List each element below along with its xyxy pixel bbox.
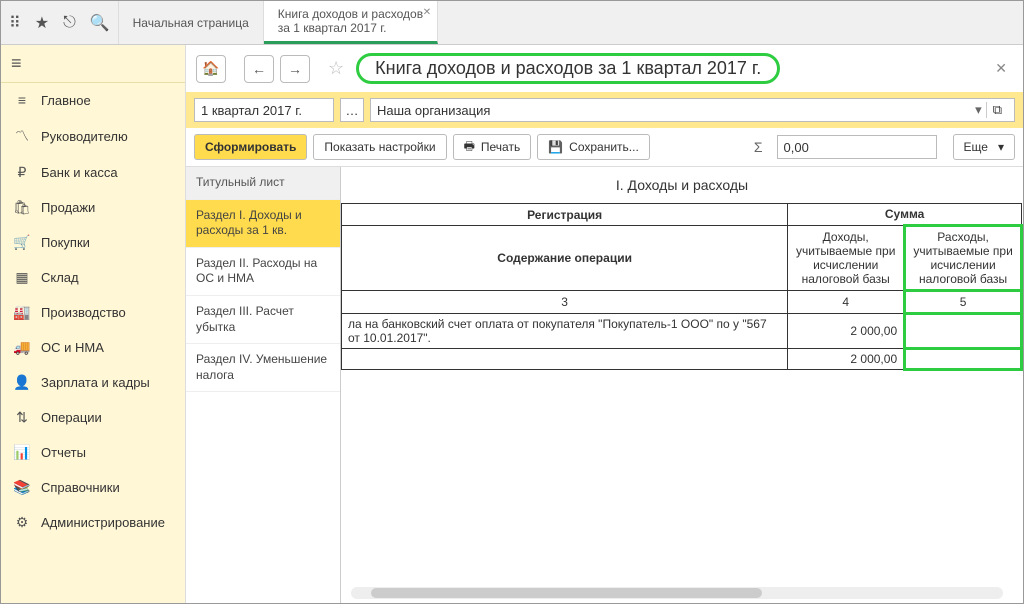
table-row: ла на банковский счет оплата от покупате… [342,314,1022,349]
nav-warehouse[interactable]: ▦Склад [1,260,185,295]
chart-icon: 〽 [13,126,31,146]
hamburger-icon: ≡ [11,53,22,73]
col-sum: Сумма [788,204,1022,226]
nav-admin[interactable]: ⚙Администрирование [1,505,185,540]
report-table-area[interactable]: I. Доходы и расходы Регистрация Сумма Со… [341,167,1023,603]
expand-icon[interactable]: ⧉ [986,102,1008,118]
nav-main[interactable]: ≡Главное [1,83,185,117]
nav-bank[interactable]: ₽Банк и касса [1,155,185,190]
home-button[interactable]: 🏠 [196,55,226,83]
list-icon: ≡ [13,92,31,108]
history-icon[interactable]: ⎋ [63,14,76,32]
sum-field[interactable]: 0,00 [777,135,937,159]
nav-assets[interactable]: 🚚ОС и НМА [1,330,185,365]
cell-total-income: 2 000,00 [788,349,905,370]
save-button[interactable]: 💾Сохранить... [537,134,650,160]
printer-icon: 🖶 [464,137,475,158]
bag-icon: 🛍 [13,199,31,216]
section-2[interactable]: Раздел II. Расходы на ОС и НМА [186,248,340,296]
col-num-4: 4 [788,291,905,314]
nav-manager[interactable]: 〽Руководителю [1,117,185,155]
scroll-thumb[interactable] [371,588,762,598]
grid-icon: ▦ [13,269,31,286]
nav-catalogs[interactable]: 📚Справочники [1,470,185,505]
report-table: Регистрация Сумма Содержание операции До… [341,203,1023,371]
cell-income: 2 000,00 [788,314,905,349]
books-icon: 📚 [13,479,31,496]
tab-report-label-2: за 1 квартал 2017 г. [278,21,423,35]
section-title-page[interactable]: Титульный лист [186,167,340,200]
nav-operations[interactable]: ⇅Операции [1,400,185,435]
star-icon[interactable]: ★ [35,13,49,33]
col-income: Доходы, учитываемые при исчислении налог… [788,226,905,291]
horizontal-scrollbar[interactable] [351,587,1003,599]
more-button[interactable]: Еще▾ [953,134,1015,160]
search-icon[interactable]: 🔍 [90,13,110,33]
report-heading: I. Доходы и расходы [341,167,1023,203]
barchart-icon: 📊 [13,444,31,461]
ruble-icon: ₽ [13,164,31,181]
nav-menu-toggle[interactable]: ≡ [1,45,185,83]
cart-icon: 🛒 [13,234,31,251]
col-content: Содержание операции [342,226,788,291]
sigma-icon: Σ [746,139,771,155]
arrows-icon: ⇅ [13,409,31,426]
col-registration: Регистрация [342,204,788,226]
section-3[interactable]: Раздел III. Расчет убытка [186,296,340,344]
nav-sales[interactable]: 🛍Продажи [1,190,185,225]
col-num-3: 3 [342,291,788,314]
cell-expense [905,314,1022,349]
nav-salary[interactable]: 👤Зарплата и кадры [1,365,185,400]
nav-production[interactable]: 🏭Производство [1,295,185,330]
close-icon[interactable]: ✕ [423,7,431,18]
forward-button[interactable]: → [280,55,310,83]
section-1[interactable]: Раздел I. Доходы и расходы за 1 кв. [186,200,340,248]
nav-reports[interactable]: 📊Отчеты [1,435,185,470]
table-total-row: 2 000,00 [342,349,1022,370]
tab-home-label: Начальная страница [133,16,249,30]
print-button[interactable]: 🖶Печать [453,134,532,160]
disk-icon: 💾 [548,140,563,154]
show-settings-button[interactable]: Показать настройки [313,134,446,160]
person-icon: 👤 [13,374,31,391]
factory-icon: 🏭 [13,304,31,321]
tab-report[interactable]: Книга доходов и расходов за 1 квартал 20… [264,1,438,44]
tab-home[interactable]: Начальная страница [119,1,264,44]
section-4[interactable]: Раздел IV. Уменьшение налога [186,344,340,392]
tab-report-label-1: Книга доходов и расходов [278,7,423,21]
col-num-5: 5 [905,291,1022,314]
page-title: Книга доходов и расходов за 1 квартал 20… [356,53,780,84]
chevron-down-icon: ▾ [998,140,1004,154]
close-page-icon[interactable]: ✕ [989,60,1013,77]
period-field[interactable]: 1 квартал 2017 г. [194,98,334,122]
generate-button[interactable]: Сформировать [194,134,307,160]
col-expense: Расходы, учитываемые при исчислении нало… [905,226,1022,291]
gear-icon: ⚙ [13,514,31,531]
apps-icon[interactable]: ⠿ [9,13,21,33]
cell-total-expense [905,349,1022,370]
cell-content: ла на банковский счет оплата от покупате… [342,314,788,349]
back-button[interactable]: ← [244,55,274,83]
organization-field[interactable]: Наша организация ▾ ⧉ [370,98,1015,122]
period-picker-button[interactable]: … [340,98,364,122]
left-nav: ≡ ≡Главное 〽Руководителю ₽Банк и касса 🛍… [1,45,186,603]
dropdown-icon[interactable]: ▾ [971,102,986,118]
nav-purchases[interactable]: 🛒Покупки [1,225,185,260]
truck-icon: 🚚 [13,339,31,356]
favorite-icon[interactable]: ☆ [328,58,344,79]
